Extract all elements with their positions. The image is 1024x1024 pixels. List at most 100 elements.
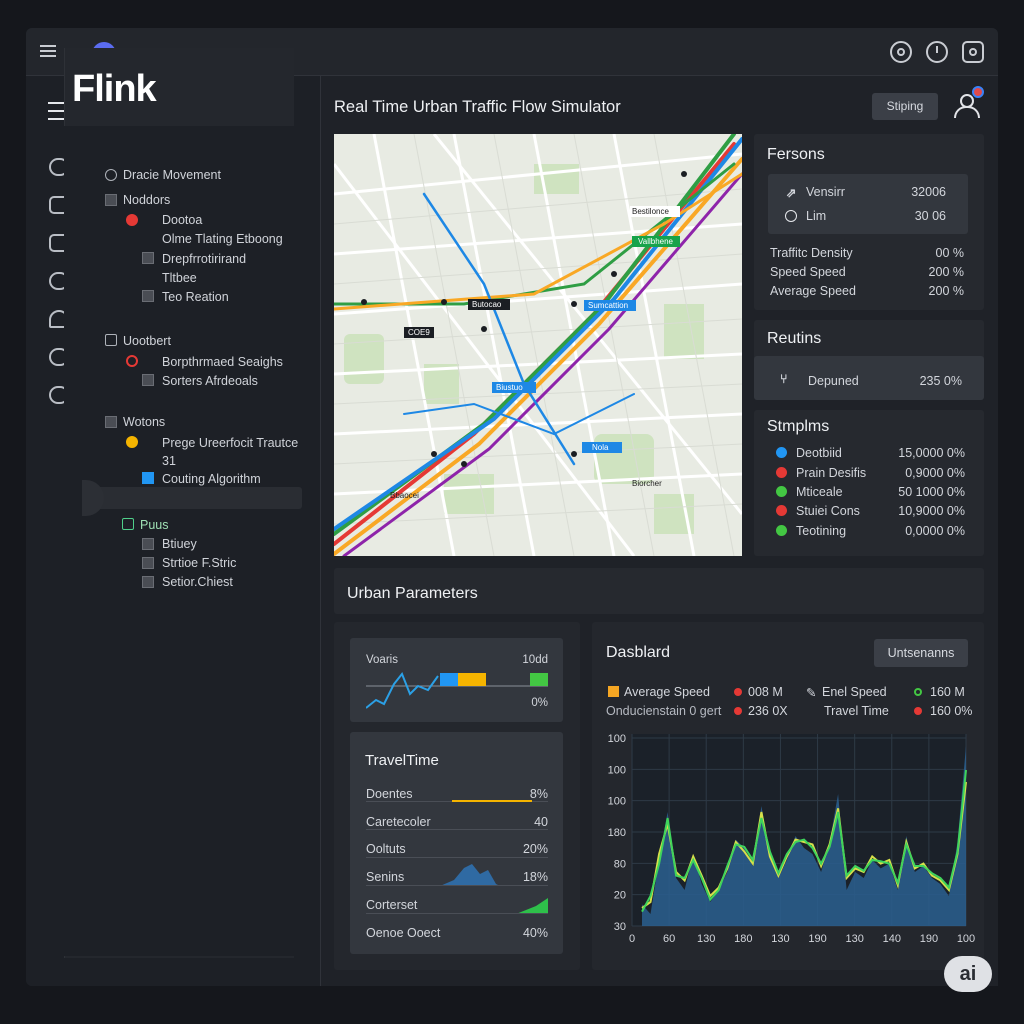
map-label: Sumcattion [588,301,628,310]
y-tick-label: 100 [608,796,626,808]
travel-label: Ooltuts [366,842,406,856]
stat-label: Average Speed [770,284,856,298]
stimpms-label: Stuiei Cons [796,504,860,518]
status-dot-icon [126,436,138,448]
tree-checkbox[interactable] [105,194,117,206]
legend-label: Enel Speed [822,685,887,699]
tree-checkbox[interactable] [122,518,134,530]
persons-row-value: 32006 [911,185,946,199]
tree-checkbox[interactable] [142,374,154,386]
selected-row[interactable] [92,487,302,509]
tree-checkbox[interactable] [142,538,154,550]
x-tick-label: 180 [734,933,752,945]
ring-icon [126,355,138,367]
travel-label: Caretecoler [366,815,431,829]
x-tick-label: 190 [920,933,938,945]
tree-item[interactable]: Dootoa [162,213,202,227]
y-tick-label: 80 [614,858,626,870]
tree-checkbox[interactable] [105,416,117,428]
menu-icon[interactable] [40,45,56,57]
y-tick-label: 100 [608,733,626,745]
tree-item[interactable]: Sorters Afrdeoals [162,374,258,388]
travel-bar [452,800,532,802]
y-tick-label: 20 [614,890,626,902]
map-label: COE9 [408,328,430,337]
row-divider [366,829,548,830]
tree-item[interactable]: Teo Reation [162,290,229,304]
tree-item[interactable]: 31 [162,454,176,468]
tree-item[interactable]: Noddors [123,193,170,207]
dashboard-title: Dasblard [606,644,671,661]
corterset-sparkline [516,898,548,914]
user-icon[interactable] [954,86,984,118]
status-dot-icon [126,214,138,226]
stat-label: Traffitc Density [770,246,853,260]
persons-row-label: Vensirr [806,185,845,199]
x-tick-label: 0 [629,933,635,945]
x-tick-label: 60 [663,933,675,945]
x-tick-label: 130 [771,933,789,945]
travel-value: 40 [534,815,548,829]
tree-item[interactable]: Uootbert [123,334,171,348]
routes-title: Reutins [767,330,822,347]
tree-item[interactable]: Couting Algorithm [162,472,261,486]
travel-value: 8% [529,787,548,801]
map-label: Bbaocei [390,491,419,500]
tree-checkbox[interactable] [142,557,154,569]
legend-dot [734,688,742,696]
traffic-map[interactable]: Bestilonce Vallbhene Butocao Sumcattion … [334,134,742,556]
route-branch-icon: ⑂ [780,372,788,386]
stimpms-label: Mticeale [796,485,843,499]
stiping-button[interactable]: Stiping [872,93,938,120]
tree-item[interactable]: Puus [140,518,169,532]
tree-checkbox[interactable] [142,290,154,302]
stimpms-label: Prain Desifis [796,466,867,480]
x-tick-label: 140 [883,933,901,945]
tree-checkbox[interactable] [142,576,154,588]
movement-icon [105,169,117,181]
stat-value: 00 % [935,246,965,260]
tree-item[interactable]: Strtioe F.Stric [162,556,236,570]
legend-dot [776,505,787,516]
persons-row-value: 30 06 [914,209,946,223]
legend-dot [776,447,787,458]
stat-value: 200 % [928,265,964,279]
chart-legend-icon [608,686,619,697]
map-label: Butocao [472,300,502,309]
tree-item[interactable]: Drepfrrotirirand [162,252,246,266]
y-tick-label: 100 [608,764,626,776]
stimpms-title: Stmplms [767,418,830,435]
tree-item[interactable]: Tltbee [162,271,197,285]
y-tick-label: 180 [608,827,626,839]
legend-value: 236 0X [748,704,788,718]
legend-dot [776,525,787,536]
stimpms-value: 0,0000 0% [905,524,965,538]
travel-title: TravelTime [365,752,439,769]
tree-checkbox[interactable] [142,252,154,264]
tree-item[interactable]: Dracie Movement [123,168,221,182]
dashboard-button[interactable]: Untsenanns [874,639,968,667]
tree-item[interactable]: Btiuey [162,537,197,551]
target-icon[interactable] [890,41,912,63]
tree-item[interactable]: Borpthrmaed Seaighs [162,355,283,369]
stat-label: Speed Speed [770,265,846,279]
tree-checkbox[interactable] [105,334,117,346]
tree-item[interactable]: Prege Ureerfocit Trautce [162,436,298,450]
tree-item[interactable]: Olme Tlating Etboong [162,232,283,246]
travel-value: 18% [522,870,548,884]
page-title: Real Time Urban Traffic Flow Simulator [334,98,621,116]
map-label: Bestilonce [632,207,669,216]
legend-dot [776,467,787,478]
row-divider [366,857,548,858]
route-icon: ⇗ [786,186,797,200]
tree-item[interactable]: Setior.Chiest [162,575,233,589]
clock-icon[interactable] [926,41,948,63]
stimpms-value: 10,9000 0% [898,504,965,518]
ai-badge[interactable]: ai [944,956,992,992]
x-tick-label: 100 [957,933,975,945]
row-divider [366,913,548,914]
x-tick-label: 190 [808,933,826,945]
tree-item[interactable]: Wotons [123,415,165,429]
map-label: Biustuo [496,383,523,392]
window-icon[interactable] [962,41,984,63]
